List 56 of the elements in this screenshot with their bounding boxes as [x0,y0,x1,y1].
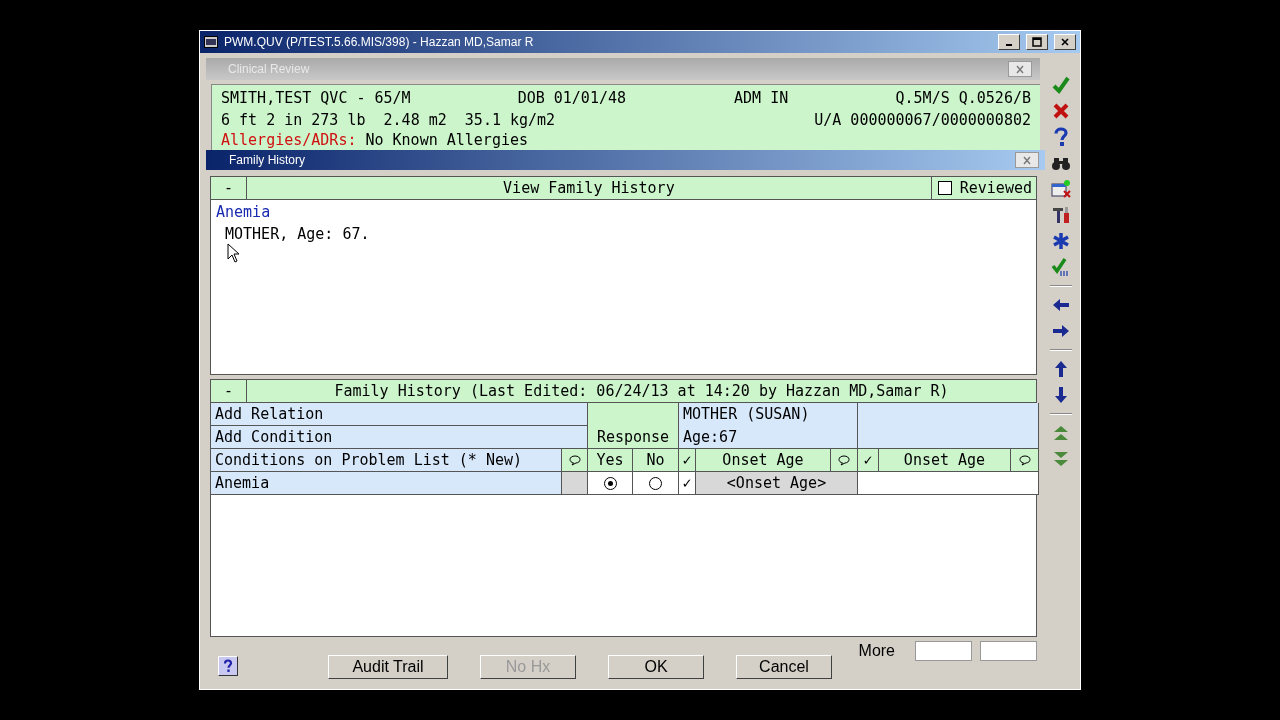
relative-age: Age:67 [683,427,738,446]
app-icon [204,36,218,48]
relation-detail: MOTHER, Age: 67. [225,225,370,243]
section-title: Family History (Last Edited: 06/24/13 at 14:20 by Hazzan MD,Samar R) [333,381,950,402]
column-header: Onset Age [879,449,1011,472]
column-header: No [633,449,679,472]
check-column-header: ✓ [858,449,879,472]
column-header: Yes [588,449,633,472]
patient-codes: Q.5M/S Q.0526/B [895,89,1031,107]
admission-status: ADM IN [734,89,789,107]
maximize-button[interactable] [1026,34,1048,50]
dialog-title: Family History [229,153,306,167]
speech-bubble-icon [838,454,850,466]
column-header: Conditions on Problem List (* New) [211,449,562,472]
patient-name: SMITH,TEST QVC - 65/M [221,89,411,107]
dialog-button[interactable]: Cancel [736,655,832,679]
check-cell: ✓ [679,472,696,495]
help-icon [222,659,234,673]
calendar-icon[interactable] [1051,179,1071,199]
speech-bubble-icon [1018,454,1031,466]
add-relation-link[interactable]: Add Relation [211,403,588,426]
more-label: More [858,642,895,660]
table-cell: Anemia [211,472,562,495]
check-all-icon[interactable] [1051,257,1071,277]
dialog-button[interactable]: Audit Trail [328,655,448,679]
column-header: Onset Age [696,449,831,472]
account-number: U/A 000000067/0000000802 [814,111,1031,129]
input-field[interactable] [915,641,972,661]
date-of-birth: DOB 01/01/48 [517,89,627,107]
relative-name: MOTHER (SUSAN) [683,405,810,424]
input-field[interactable] [980,641,1037,661]
close-icon [1022,155,1032,165]
tools-icon[interactable] [1051,205,1071,225]
close-icon [1015,64,1025,74]
mouse-pointer-icon [227,243,241,263]
maximize-icon [1032,37,1042,47]
dialog-button[interactable]: OK [608,655,704,679]
reviewed-checkbox[interactable]: Reviewed [930,177,1036,199]
patient-measurements: 6 ft 2 in 273 lb 2.48 m2 35.1 kg/m2 [221,111,556,129]
section-title: View Family History [502,178,676,199]
onset-age-field[interactable]: <Onset Age> [696,472,858,495]
window-title: PWM.QUV (P/TEST.5.66.MIS/398) - Hazzan MD,Samar R [224,35,535,49]
check-column-header: ✓ [679,449,696,472]
minimize-button[interactable] [998,34,1020,50]
asterisk-icon[interactable] [1051,231,1071,251]
condition-name: Anemia [216,203,271,223]
checkmark-icon[interactable] [1051,75,1071,95]
response-header: Response [588,403,679,449]
close-icon[interactable] [1051,101,1071,121]
speech-bubble-icon [568,454,581,466]
add-condition-link[interactable]: Add Condition [211,426,588,449]
close-icon [1060,37,1070,47]
minimize-icon [1006,44,1012,46]
allergies-label: Allergies/ADRs: [221,131,357,149]
allergies-value: No Known Allergies [365,131,529,149]
help-button[interactable] [218,656,238,676]
